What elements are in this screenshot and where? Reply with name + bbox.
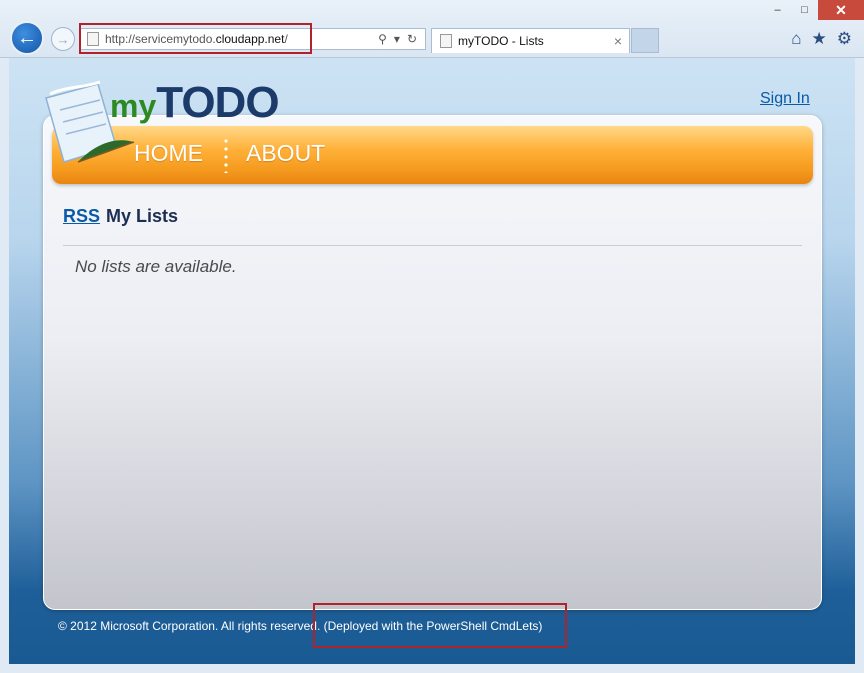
- content-panel: [43, 115, 822, 610]
- tab-title: myTODO - Lists: [458, 34, 544, 48]
- minimize-button[interactable]: –: [764, 0, 791, 20]
- sign-in-link[interactable]: Sign In: [760, 90, 810, 108]
- brand-prefix: my: [110, 88, 157, 124]
- rss-link[interactable]: RSS: [63, 206, 100, 226]
- search-icon[interactable]: ⚲: [378, 32, 387, 46]
- brand-name: TODO: [156, 78, 279, 127]
- back-arrow-icon: ←: [17, 26, 37, 49]
- brand-logo: myTODO: [110, 78, 280, 128]
- empty-lists-message: No lists are available.: [75, 257, 237, 276]
- footer-copyright: © 2012 Microsoft Corporation. All rights…: [58, 619, 321, 633]
- url-prefix: http://servicemytodo.: [105, 32, 216, 46]
- page-title-text: My Lists: [106, 206, 179, 226]
- nav-about-link[interactable]: ABOUT: [246, 140, 325, 167]
- refresh-icon[interactable]: ↻: [407, 32, 417, 46]
- address-url[interactable]: http://servicemytodo.cloudapp.net/: [105, 32, 378, 46]
- page-title: RSS My Lists: [63, 206, 178, 227]
- chevron-down-icon[interactable]: ▾: [394, 32, 400, 46]
- page-icon: [440, 34, 452, 48]
- url-domain: cloudapp.net: [215, 32, 285, 46]
- forward-arrow-icon: →: [56, 31, 70, 47]
- close-tab-icon[interactable]: ×: [614, 33, 629, 49]
- home-icon[interactable]: ⌂: [791, 29, 801, 49]
- settings-gear-icon[interactable]: ⚙: [837, 29, 852, 49]
- tab-mytodo-lists[interactable]: myTODO - Lists ×: [431, 28, 630, 53]
- footer-deployment-note: (Deployed with the PowerShell CmdLets): [323, 619, 543, 633]
- nav-separator: [224, 137, 228, 173]
- footer: © 2012 Microsoft Corporation. All rights…: [58, 619, 542, 633]
- maximize-button[interactable]: □: [791, 0, 818, 20]
- close-window-button[interactable]: ✕: [818, 0, 864, 20]
- favorites-star-icon[interactable]: ★: [812, 29, 827, 49]
- address-tools: ⚲ ▾ ↻: [378, 32, 425, 46]
- forward-button[interactable]: →: [51, 27, 75, 51]
- browser-chrome: – □ ✕ ← → http://servicemytodo.cloudapp.…: [0, 0, 864, 58]
- window-controls: – □ ✕: [764, 0, 864, 22]
- back-button[interactable]: ←: [10, 21, 44, 55]
- page-icon: [87, 32, 99, 46]
- url-suffix: /: [284, 32, 288, 46]
- title-divider: [63, 245, 802, 246]
- address-bar[interactable]: http://servicemytodo.cloudapp.net/ ⚲ ▾ ↻: [80, 28, 426, 50]
- browser-toolbar-icons: ⌂ ★ ⚙: [791, 29, 852, 49]
- new-tab-button[interactable]: [631, 28, 659, 53]
- nav-home-link[interactable]: HOME: [134, 140, 203, 167]
